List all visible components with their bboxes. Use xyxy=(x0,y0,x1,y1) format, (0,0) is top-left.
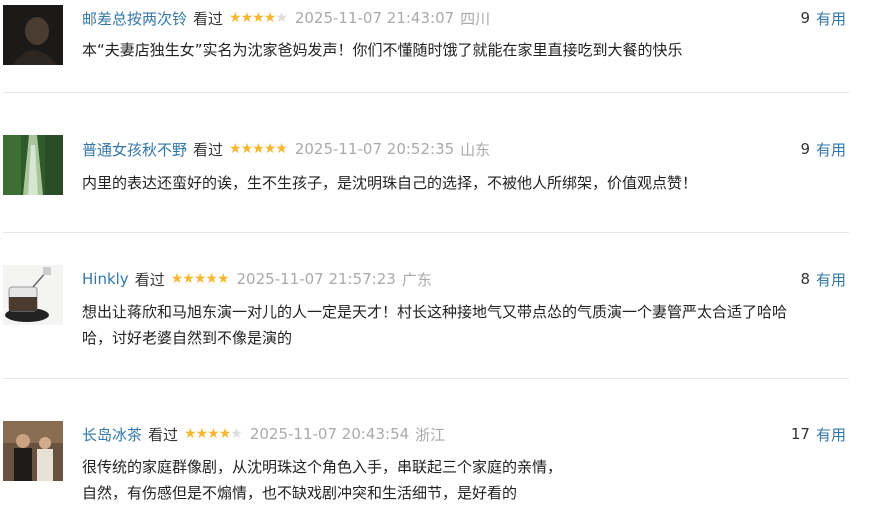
star-icon: ★ xyxy=(263,141,277,157)
rating-stars: ★ ★ ★ ★ ★ xyxy=(170,271,230,287)
star-icon: ★ xyxy=(275,10,288,26)
comment-time: 2025-11-07 21:43:07 xyxy=(294,9,455,27)
comment-text: 想出让蒋欣和马旭东演一对儿的人一定是天才！村长这种接地气又带点怂的气质演一个妻管… xyxy=(82,299,852,351)
comment-meta: 长岛冰茶 看过 ★ ★ ★ ★ ★ 2025-11-07 20:43:54 浙江 xyxy=(82,423,445,445)
username[interactable]: 邮差总按两次铃 xyxy=(82,8,187,29)
comment-text: 内里的表达还蛮好的诶，生不生孩子，是沈明珠自己的选择，不被他人所绑架，价值观点赞… xyxy=(82,170,852,196)
star-icon: ★ xyxy=(170,271,184,287)
star-icon: ★ xyxy=(275,141,288,157)
vote-area: 17 有用 xyxy=(791,423,846,445)
comment-time: 2025-11-07 20:43:54 xyxy=(249,425,410,443)
comment-line: 本“夫妻店独生女”实名为沈家爸妈发声！你们不懂随时饿了就能在家里直接吃到大餐的快… xyxy=(82,41,683,59)
username[interactable]: 长岛冰茶 xyxy=(82,424,142,445)
star-icon: ★ xyxy=(252,10,265,26)
vote-area: 9 有用 xyxy=(800,7,846,29)
vote-area: 9 有用 xyxy=(800,138,846,160)
star-icon: ★ xyxy=(252,141,265,157)
comment-meta: 普通女孩秋不野 看过 ★ ★ ★ ★ ★ 2025-11-07 20:52:35 山东 xyxy=(82,138,490,160)
comment-line: 自然，有伤感但是不煽情，也不缺戏剧冲突和生活细节，是好看的 xyxy=(82,484,518,502)
avatar[interactable] xyxy=(3,135,63,195)
watch-status: 看过 xyxy=(134,270,165,289)
useful-button[interactable]: 有用 xyxy=(816,424,846,445)
comment-region: 山东 xyxy=(460,140,491,159)
useful-button[interactable]: 有用 xyxy=(816,139,846,160)
star-icon: ★ xyxy=(218,426,232,442)
star-icon: ★ xyxy=(193,271,207,287)
avatar[interactable] xyxy=(3,265,63,325)
comment-text: 很传统的家庭群像剧，从沈明珠这个角色入手，串联起三个家庭的亲情， 自然，有伤感但… xyxy=(82,454,852,506)
username[interactable]: 普通女孩秋不野 xyxy=(82,139,187,160)
watch-status: 看过 xyxy=(148,425,179,444)
comment-region: 浙江 xyxy=(415,425,446,444)
comment-meta: 邮差总按两次铃 看过 ★ ★ ★ ★ ★ 2025-11-07 21:43:07 四川 xyxy=(82,7,490,29)
rating-stars: ★ ★ ★ ★ ★ xyxy=(184,426,243,442)
divider xyxy=(3,232,849,233)
comment-meta: Hinkly 看过 ★ ★ ★ ★ ★ 2025-11-07 21:57:23 广东 xyxy=(82,268,432,290)
avatar[interactable] xyxy=(3,5,63,65)
vote-count: 17 xyxy=(790,425,810,443)
star-icon: ★ xyxy=(229,10,242,26)
comment-time: 2025-11-07 21:57:23 xyxy=(236,270,396,288)
avatar[interactable] xyxy=(3,421,63,481)
divider xyxy=(3,92,849,93)
comment-line: 很传统的家庭群像剧，从沈明珠这个角色入手，串联起三个家庭的亲情， xyxy=(82,458,563,476)
star-icon: ★ xyxy=(182,271,195,287)
comment-text: 本“夫妻店独生女”实名为沈家爸妈发声！你们不懂随时饿了就能在家里直接吃到大餐的快… xyxy=(82,37,852,63)
star-icon: ★ xyxy=(216,271,230,287)
comment-line: 哈，讨好老婆自然到不像是演的 xyxy=(82,329,293,347)
star-icon: ★ xyxy=(207,426,220,442)
vote-count: 9 xyxy=(800,140,810,158)
useful-button[interactable]: 有用 xyxy=(816,269,846,290)
username[interactable]: Hinkly xyxy=(82,270,129,288)
vote-area: 8 有用 xyxy=(800,268,846,290)
rating-stars: ★ ★ ★ ★ ★ xyxy=(229,141,288,157)
comment-line: 想出让蒋欣和马旭东演一对儿的人一定是天才！村长这种接地气又带点怂的气质演一个妻管… xyxy=(82,303,788,321)
star-icon: ★ xyxy=(230,426,243,442)
star-icon: ★ xyxy=(205,271,218,287)
useful-button[interactable]: 有用 xyxy=(816,8,846,29)
vote-count: 9 xyxy=(800,9,810,27)
star-icon: ★ xyxy=(240,10,254,26)
comment-line: 内里的表达还蛮好的诶，生不生孩子，是沈明珠自己的选择，不被他人所绑架，价值观点赞… xyxy=(82,174,698,192)
comment-time: 2025-11-07 20:52:35 xyxy=(294,140,455,158)
star-icon: ★ xyxy=(263,10,277,26)
star-icon: ★ xyxy=(195,426,209,442)
rating-stars: ★ ★ ★ ★ ★ xyxy=(229,10,288,26)
star-icon: ★ xyxy=(240,141,254,157)
watch-status: 看过 xyxy=(193,9,224,28)
star-icon: ★ xyxy=(229,141,242,157)
comment-region: 四川 xyxy=(460,9,491,28)
star-icon: ★ xyxy=(184,426,197,442)
watch-status: 看过 xyxy=(193,140,224,159)
comment-region: 广东 xyxy=(401,270,432,289)
divider xyxy=(3,378,849,379)
vote-count: 8 xyxy=(800,270,810,288)
